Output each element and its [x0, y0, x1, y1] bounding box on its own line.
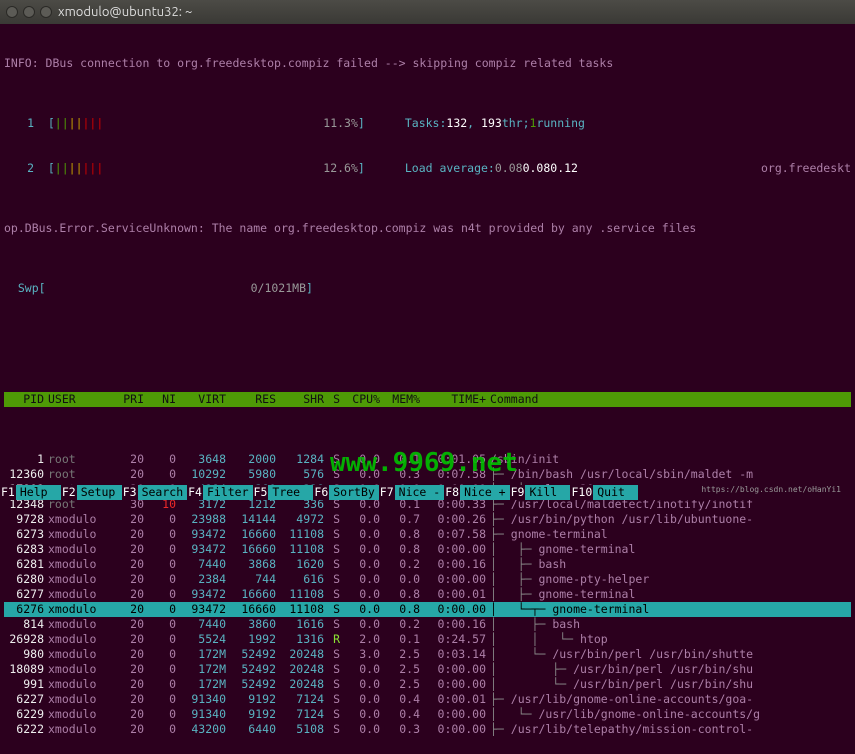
fkey-f7[interactable]: F7Nice - [379, 485, 444, 500]
process-row[interactable]: 6277xmodulo200934721666011108S0.00.80:00… [4, 587, 851, 602]
info-line: INFO: DBus connection to org.freedesktop… [4, 56, 851, 71]
fkey-f10[interactable]: F10Quit [570, 485, 638, 500]
window-buttons [6, 6, 52, 18]
process-row[interactable]: 9728xmodulo20023988141444972S0.00.70:00.… [4, 512, 851, 527]
process-row[interactable]: 991xmodulo200172M5249220248S0.02.50:00.0… [4, 677, 851, 692]
process-row[interactable]: 6273xmodulo200934721666011108S0.00.80:07… [4, 527, 851, 542]
error-line: op.DBus.Error.ServiceUnknown: The name o… [4, 221, 851, 236]
col-cpu[interactable]: CPU% [340, 392, 380, 407]
maximize-icon[interactable] [40, 6, 52, 18]
window-titlebar: xmodulo@ubuntu32: ~ [0, 0, 855, 24]
process-row[interactable]: 6281xmodulo200744038681620S0.00.20:00.16… [4, 557, 851, 572]
col-ni[interactable]: NI [144, 392, 176, 407]
watermark-big: www.9969.net [330, 448, 518, 478]
cpu-bar-2: 2 [|||||||12.6%] Load average: 0.08 0.08… [4, 161, 851, 176]
window-title: xmodulo@ubuntu32: ~ [58, 5, 192, 19]
process-row[interactable]: 18089xmodulo200172M5249220248S0.02.50:00… [4, 662, 851, 677]
process-row[interactable]: 6227xmodulo2009134091927124S0.00.40:00.0… [4, 692, 851, 707]
column-header[interactable]: PID USER PRI NI VIRT RES SHR S CPU% MEM%… [4, 392, 851, 407]
col-cmd[interactable]: Command [490, 392, 851, 407]
fkey-f9[interactable]: F9Kill [510, 485, 571, 500]
col-pri[interactable]: PRI [102, 392, 144, 407]
fkey-f4[interactable]: F4Filter [187, 485, 252, 500]
terminal-area: INFO: DBus connection to org.freedesktop… [0, 24, 855, 754]
process-row[interactable]: 6280xmodulo2002384744616S0.00.00:00.00│ … [4, 572, 851, 587]
fkey-f3[interactable]: F3Search [122, 485, 187, 500]
col-time[interactable]: TIME+ [420, 392, 490, 407]
tasks-label: Tasks: [405, 116, 447, 131]
col-user[interactable]: USER [44, 392, 102, 407]
load-label: Load average: [405, 161, 495, 176]
process-row[interactable]: 26928xmodulo200552419921316R2.00.10:24.5… [4, 632, 851, 647]
process-row[interactable]: 6229xmodulo2009134091927124S0.00.40:00.0… [4, 707, 851, 722]
process-row[interactable]: 6276xmodulo200934721666011108S0.00.80:00… [4, 602, 851, 617]
col-virt[interactable]: VIRT [176, 392, 226, 407]
swap-bar: Swp[0/1021MB] [4, 281, 851, 296]
col-res[interactable]: RES [226, 392, 276, 407]
fkey-f6[interactable]: F6SortBy [313, 485, 378, 500]
process-row[interactable]: 6222xmodulo2004320064405108S0.00.30:00.0… [4, 722, 851, 737]
col-s[interactable]: S [324, 392, 340, 407]
process-row[interactable]: 6283xmodulo200934721666011108S0.00.80:00… [4, 542, 851, 557]
minimize-icon[interactable] [23, 6, 35, 18]
cpu-bar-1: 1 [|||||||11.3%] Tasks: 132, 193 thr; 1 … [4, 116, 851, 131]
fkey-f8[interactable]: F8Nice + [444, 485, 509, 500]
process-row[interactable]: 814xmodulo200744038601616S0.00.20:00.16│… [4, 617, 851, 632]
fkey-f1[interactable]: F1Help [0, 485, 61, 500]
watermark-small: https://blog.csdn.net/oHanYi1 [701, 485, 841, 494]
col-shr[interactable]: SHR [276, 392, 324, 407]
fkey-f2[interactable]: F2Setup [61, 485, 122, 500]
close-icon[interactable] [6, 6, 18, 18]
process-row[interactable]: 980xmodulo200172M5249220248S3.02.50:03.1… [4, 647, 851, 662]
col-mem[interactable]: MEM% [380, 392, 420, 407]
fkey-f5[interactable]: F5Tree [253, 485, 314, 500]
col-pid[interactable]: PID [4, 392, 44, 407]
